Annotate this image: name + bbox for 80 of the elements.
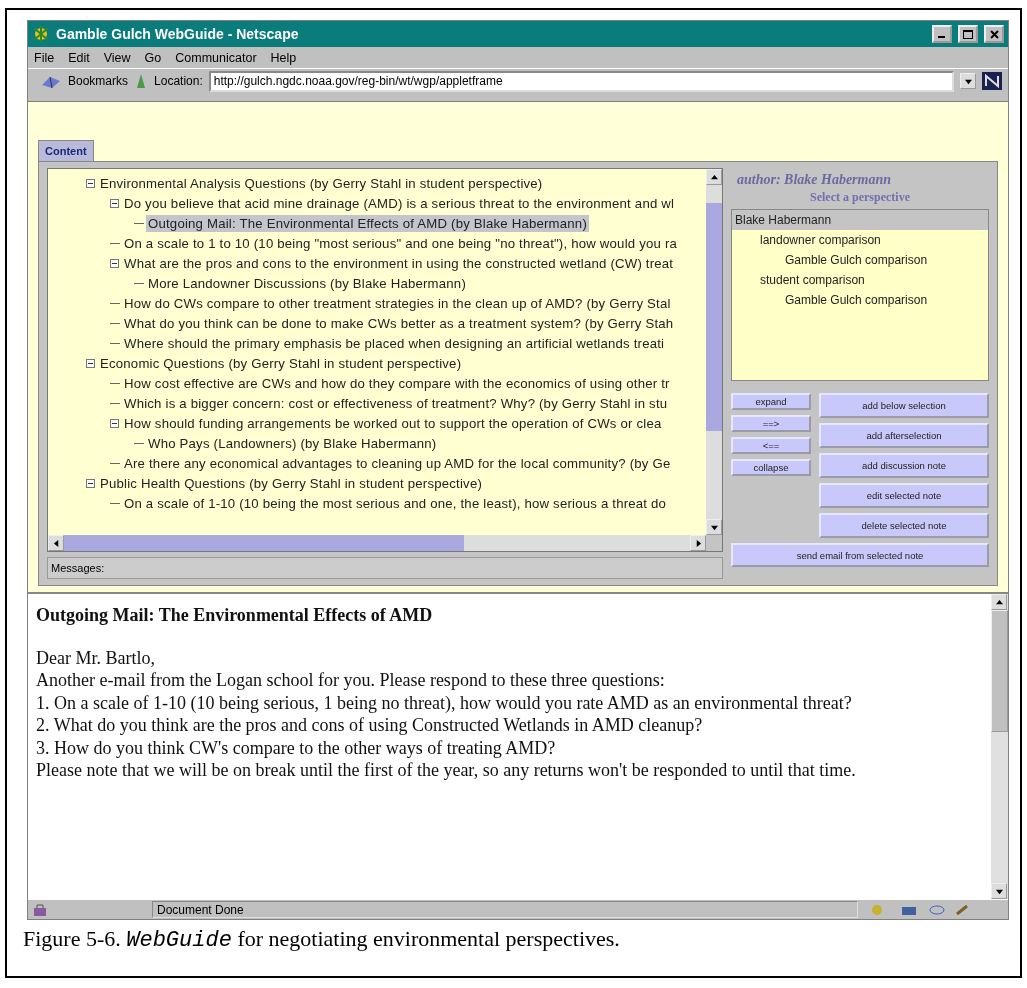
note-title: Outgoing Mail: The Environmental Effects of AMD xyxy=(36,604,434,627)
minus-box-icon[interactable] xyxy=(86,478,95,488)
figure-caption: Figure 5-6. WebGuide for negotiating environmental perspectives. xyxy=(23,925,621,953)
security-lock-icon[interactable] xyxy=(32,902,48,917)
send-email-button[interactable]: send email from selected note xyxy=(731,543,989,567)
note-button[interactable]: edit selected note xyxy=(819,483,989,508)
tree-item[interactable]: Economic Questions (by Gerry Stahl in student perspective) xyxy=(98,354,464,372)
menu-item[interactable]: Go xyxy=(144,50,162,65)
horizontal-scrollbar[interactable] xyxy=(48,535,706,551)
netscape-logo xyxy=(982,72,1002,90)
tree-item[interactable]: More Landowner Discussions (by Blake Habermann) xyxy=(146,274,468,292)
up-arrow-icon xyxy=(710,173,718,181)
up-arrow-icon xyxy=(995,598,1003,606)
minimize-button[interactable] xyxy=(932,25,952,43)
location-label: Location: xyxy=(154,74,203,88)
down-arrow-icon xyxy=(710,523,718,531)
minus-box-icon[interactable] xyxy=(110,418,119,428)
note-button[interactable]: add below selection xyxy=(819,393,989,418)
status-text: Document Done xyxy=(152,901,858,918)
note-button[interactable]: add afterselection xyxy=(819,423,989,448)
menu-item[interactable]: Help xyxy=(270,50,297,65)
bookmarks-button[interactable]: Bookmarks xyxy=(68,74,129,88)
caret-icon xyxy=(964,77,972,85)
tree-item[interactable]: Public Health Questions (by Gerry Stahl in student perspective) xyxy=(98,474,485,492)
minus-box-icon[interactable] xyxy=(86,178,95,188)
tree-item[interactable]: How cost effective are CWs and how do they compare with the economics of using other tr xyxy=(122,374,672,392)
close-button[interactable] xyxy=(984,25,1004,43)
tree-item[interactable]: Are there any economical advantages to cleaning up AMD for the local community? (by Ge xyxy=(122,454,673,472)
tree-item[interactable]: How should funding arrangements be worked out to support the operation of CWs or clea xyxy=(122,414,664,432)
tree-item[interactable]: On a scale of 1-10 (10 being the most serious and one, the least), how serious a threat do xyxy=(122,494,669,512)
dropdown-button[interactable] xyxy=(960,73,976,89)
perspective-item[interactable]: Blake Habermann xyxy=(732,210,988,230)
perspective-heading: Select a perspective xyxy=(809,189,911,206)
tree-item[interactable]: Where should the primary emphasis be placed when designing an artificial wetlands treati xyxy=(122,334,667,352)
vertical-scrollbar[interactable] xyxy=(991,594,1008,899)
menu-item[interactable]: Communicator xyxy=(175,50,257,65)
note-button[interactable]: add discussion note xyxy=(819,453,989,478)
minus-box-icon[interactable] xyxy=(110,198,119,208)
menu-item[interactable]: File xyxy=(34,50,55,65)
nav-button[interactable]: collapse xyxy=(731,459,811,476)
content-tab[interactable]: Content xyxy=(38,140,94,161)
vertical-scrollbar[interactable] xyxy=(706,169,722,535)
note-text: 3. How do you think CW's compare to the other ways of treating AMD? xyxy=(36,736,557,759)
close-icon xyxy=(989,29,999,39)
minus-box-icon[interactable] xyxy=(86,358,95,368)
tree-item[interactable]: What do you think can be done to make CWs better as a treatment system? (by Gerry Stah xyxy=(122,314,676,332)
url-field[interactable]: http://gulch.ngdc.noaa.gov/reg-bin/wt/wgp/appletframe xyxy=(208,70,954,92)
minus-box-icon[interactable] xyxy=(110,258,119,268)
note-text: Dear Mr. Bartlo, xyxy=(36,646,156,669)
perspective-item[interactable]: student comparison xyxy=(732,270,988,290)
maximize-icon xyxy=(963,29,973,39)
menu-item[interactable]: Edit xyxy=(68,50,90,65)
tree-item[interactable]: On a scale to 1 to 10 (10 being "most serious" and one being "no threat"), how would you ra xyxy=(122,234,680,252)
tree-item[interactable]: Outgoing Mail: The Environmental Effects of AMD (by Blake Habermann) xyxy=(146,214,589,232)
perspective-item[interactable]: landowner comparison xyxy=(732,230,988,250)
tree-item[interactable]: Who Pays (Landowners) (by Blake Habermann) xyxy=(146,434,439,452)
left-arrow-icon xyxy=(52,539,60,547)
note-text: Another e-mail from the Logan school for you. Please respond to these three questions: xyxy=(36,669,666,692)
tree-item[interactable]: Environmental Analysis Questions (by Gerry Stahl in student perspective) xyxy=(98,174,545,192)
note-text: 2. What do you think are the pros and cons of using Constructed Wetlands in AMD cleanup? xyxy=(36,714,704,737)
app-icon xyxy=(32,26,50,42)
tree-item[interactable]: Do you believe that acid mine drainage (AMD) is a serious threat to the environment and wl xyxy=(122,194,677,212)
perspective-item[interactable]: Gamble Gulch comparison xyxy=(732,290,988,310)
messages-label: Messages: xyxy=(47,557,723,579)
maximize-button[interactable] xyxy=(958,25,978,43)
right-arrow-icon xyxy=(694,539,702,547)
nav-button[interactable]: ==> xyxy=(731,415,811,432)
author-label: author: Blake Habermann xyxy=(736,171,893,188)
perspective-item[interactable]: Gamble Gulch comparison xyxy=(732,250,988,270)
nav-button[interactable]: <== xyxy=(731,437,811,454)
window-title: Gamble Gulch WebGuide - Netscape xyxy=(56,26,300,42)
nav-button[interactable]: expand xyxy=(731,393,811,410)
note-text: 1. On a scale of 1-10 (10 being serious, 1 being no threat), how would you rate AMD as an environmental threat? xyxy=(36,691,853,714)
menu-item[interactable]: View xyxy=(103,50,131,65)
down-arrow-icon xyxy=(995,887,1003,895)
tree-item[interactable]: Which is a bigger concern: cost or effectiveness of treatment? Why? (by Gerry Stahl in stu xyxy=(122,394,670,412)
note-button[interactable]: delete selected note xyxy=(819,513,989,538)
note-text: Please note that we will be on break until the first of the year, so any returns won't be responded to until that time. xyxy=(36,759,857,782)
tree-item[interactable]: How do CWs compare to other treatment strategies in the clean up of AMD? (by Gerry Stal xyxy=(122,294,673,312)
tree-item[interactable]: What are the pros and cons to the environment in using the constructed wetland (CW) treat xyxy=(122,254,676,272)
